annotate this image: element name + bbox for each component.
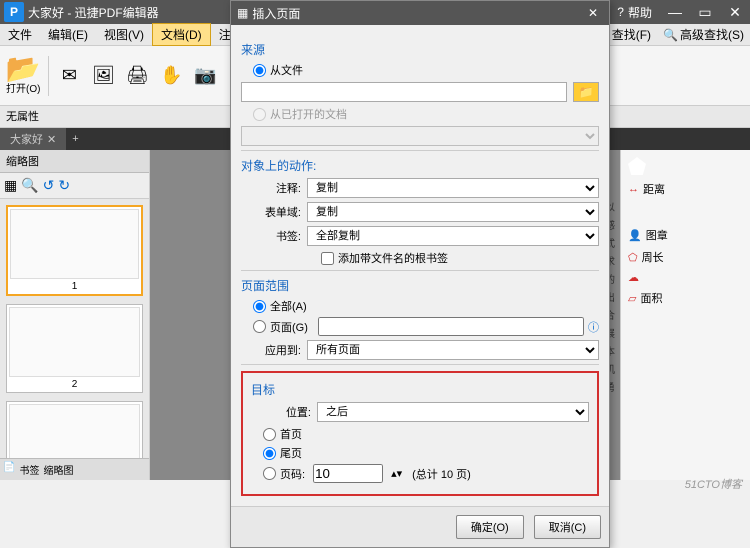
page-range-input[interactable] [318,317,584,336]
source-section-label: 来源 [241,41,599,58]
advanced-find-button[interactable]: 🔍高级查找(S) [657,24,750,45]
area-icon: ▱ [628,292,636,305]
tool-cloud[interactable]: ☁ [625,268,746,287]
source-from-file-row: 从文件 [253,62,599,78]
menu-view[interactable]: 视图(V) [96,24,152,45]
document-tab[interactable]: 大家好 ✕ [0,128,66,150]
stepper-icon[interactable]: ▴▾ [391,467,402,480]
tool-perimeter[interactable]: ⬠周长 [625,246,746,268]
target-pagenum-radio[interactable] [263,467,276,480]
thumbnail-page-3[interactable] [6,401,143,458]
tool-hand[interactable]: ✋ [157,62,185,90]
tool-hexagon[interactable] [625,200,746,224]
tool-distance[interactable]: ↔距离 [625,178,746,200]
open-button[interactable]: 📂 打开(O) [4,54,42,97]
tool-area[interactable]: ▱面积 [625,287,746,309]
tool-image[interactable]: 🖼 [89,62,117,90]
dialog-close-button[interactable]: ✕ [583,6,603,20]
apply-to-select[interactable]: 所有页面 [307,340,599,360]
thumbnail-page-1[interactable]: 1 [6,205,143,296]
sidebar-title: 缩略图 [0,150,149,173]
source-from-open-row: 从已打开的文档 [253,106,599,122]
menu-document[interactable]: 文档(D) [152,23,211,46]
options-icon[interactable]: ▦ [4,177,17,194]
close-button[interactable]: ✕ [720,0,750,24]
app-logo-icon: P [4,2,24,22]
action-section-label: 对象上的动作: [241,157,599,174]
hand-icon: ✋ [159,64,183,88]
photo-icon: 📷 [193,64,217,88]
menu-file[interactable]: 文件 [0,24,40,45]
tool-print[interactable]: 🖨 [123,62,151,90]
bookmark-action-select[interactable]: 全部复制 [307,226,599,246]
tool-mail[interactable]: ✉ [55,62,83,90]
hexagon-icon [628,203,646,221]
insert-pages-dialog: ▦ 插入页面 ✕ 来源 从文件 📁 从已打开的文档 对象上的动作: 注释:复制 … [230,0,610,548]
thumbnail-page-2[interactable]: 2 [6,304,143,393]
cloud-icon: ☁ [628,271,639,284]
tool-stamp[interactable]: 👤图章 [625,224,746,246]
from-open-radio[interactable] [253,108,266,121]
range-all-radio[interactable] [253,300,266,313]
open-doc-select [241,126,599,146]
range-pages-radio[interactable] [253,320,266,333]
image-icon: 🖼 [91,64,115,88]
range-section-label: 页面范围 [241,277,599,294]
sidebar: 缩略图 ▦ 🔍 ↺ ↻ 1 2 📄 书签 缩略图 [0,150,150,480]
annot-action-select[interactable]: 复制 [307,178,599,198]
browse-button[interactable]: 📁 [573,82,599,102]
named-bookmark-checkbox[interactable] [321,252,334,265]
tab-bookmarks[interactable]: 书签 [19,462,39,477]
tab-thumbnails[interactable]: 缩略图 [43,462,73,477]
thumbnail-list: 1 2 [0,199,149,458]
target-section: 目标 位置:之后 首页 尾页 页码: ▴▾ (总计 10 页) [241,371,599,496]
position-select[interactable]: 之后 [317,402,589,422]
menu-edit[interactable]: 编辑(E) [40,24,96,45]
rotate-left-icon[interactable]: ↺ [43,177,55,194]
cancel-button[interactable]: 取消(C) [534,515,601,539]
dialog-title: 插入页面 [252,5,583,22]
minimize-button[interactable]: — [660,0,690,24]
print-icon: 🖨 [125,64,149,88]
target-last-radio[interactable] [263,447,276,460]
pages-icon[interactable]: 📄 [3,462,15,477]
tool-photo[interactable]: 📷 [191,62,219,90]
pentagon-icon [628,157,646,175]
watermark: 51CTO博客 [685,476,742,492]
ok-button[interactable]: 确定(O) [456,515,524,539]
ruler-icon: ↔ [628,183,639,195]
stamp-icon: 👤 [628,229,642,242]
target-first-radio[interactable] [263,428,276,441]
sidebar-tools: ▦ 🔍 ↺ ↻ [0,173,149,199]
folder-open-icon: 📂 [11,56,35,80]
zoom-icon[interactable]: 🔍 [21,177,38,194]
close-tab-icon[interactable]: ✕ [47,133,56,146]
mail-icon: ✉ [57,64,81,88]
dialog-title-bar: ▦ 插入页面 ✕ [231,1,609,25]
help-menu[interactable]: 帮助 [628,4,652,21]
from-file-radio[interactable] [253,64,266,77]
folder-icon: 📁 [579,85,594,99]
info-icon[interactable]: ⓘ [588,319,599,335]
file-path-input[interactable] [241,82,567,102]
rotate-right-icon[interactable]: ↻ [58,177,70,194]
tool-pentagon[interactable] [625,154,746,178]
sidebar-bottom-tabs: 📄 书签 缩略图 [0,458,149,480]
dialog-icon: ▦ [237,6,248,20]
help-icon[interactable]: ? [617,5,624,19]
new-tab-button[interactable]: + [66,133,84,145]
right-panel: ↔距离 👤图章 ⬠周长 ☁ ▱面积 [620,150,750,480]
field-action-select[interactable]: 复制 [307,202,599,222]
perimeter-icon: ⬠ [628,251,638,264]
maximize-button[interactable]: ▭ [690,0,720,24]
search-icon: 🔍 [663,28,678,42]
target-section-label: 目标 [251,381,589,398]
pagenum-input[interactable] [313,464,383,483]
dialog-footer: 确定(O) 取消(C) [231,506,609,547]
